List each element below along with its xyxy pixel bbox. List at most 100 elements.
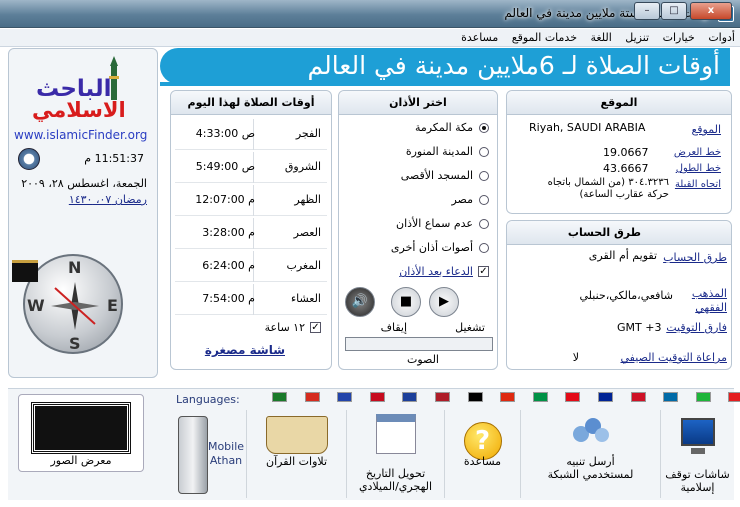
- adhan-radio-none[interactable]: [479, 219, 489, 229]
- lon-label[interactable]: خط الطول: [676, 163, 721, 174]
- prayer-name: الفجر: [295, 127, 321, 140]
- flag-albania-icon[interactable]: [728, 392, 740, 402]
- prayer-times-panel: أوقات الصلاة لهذا اليوم الفجر ص 4:33:00 ا…: [170, 90, 332, 370]
- qibla-value: ٣٠٤.٣٢٣٦ (من الشمال باتجاه حركة عقارب ال…: [547, 177, 669, 200]
- network-label-1: أرسل تنبيه: [566, 455, 615, 468]
- adhan-option: مصر: [451, 193, 473, 206]
- prayer-time: ص 5:49:00: [195, 160, 255, 173]
- flag-turkey-icon[interactable]: [565, 392, 580, 402]
- close-button[interactable]: x: [690, 2, 732, 20]
- prayer-row: العشاء م 7:54:00: [175, 284, 327, 315]
- logo-line2: الاسلامي: [32, 98, 126, 122]
- gallery-button[interactable]: معرض الصور: [18, 394, 144, 472]
- hijri-date[interactable]: رمضان ٠٧، ١٤٣٠: [12, 193, 147, 206]
- converter-label-1: تحويل التاريخ: [365, 467, 426, 480]
- flag-china-icon[interactable]: [500, 392, 515, 402]
- flag-netherlands-icon[interactable]: [435, 392, 450, 402]
- prayer-time: م 12:07:00: [195, 193, 255, 206]
- flag-saudi-icon[interactable]: [272, 392, 287, 402]
- stop-label: إيقاف: [380, 321, 407, 334]
- stop-button[interactable]: ■: [391, 287, 421, 317]
- menu-options[interactable]: خيارات: [658, 29, 700, 46]
- users-network-icon: [571, 418, 611, 448]
- menu-help[interactable]: مساعدة: [456, 29, 503, 46]
- page-banner: أوقات الصلاة لـ 6ملايين مدينة في العالم: [160, 48, 730, 84]
- kaaba-icon: [12, 260, 38, 282]
- tz-label[interactable]: فارق التوقيت: [666, 321, 727, 334]
- help-label: مساعدة: [463, 455, 502, 468]
- flag-canada-icon[interactable]: [305, 392, 320, 402]
- menu-language[interactable]: اللغة: [586, 29, 617, 46]
- flag-france-icon[interactable]: [337, 392, 352, 402]
- compass-s: S: [69, 334, 81, 353]
- play-button[interactable]: ▶: [429, 287, 459, 317]
- adhan-radio-madinah[interactable]: [479, 147, 489, 157]
- flag-sweden-icon[interactable]: [663, 392, 678, 402]
- quran-button[interactable]: تلاوات القرآن: [246, 410, 346, 498]
- date-converter-button[interactable]: تحويل التاريخ الهجري/الميلادي: [346, 410, 444, 498]
- dua-checkbox[interactable]: ✓: [478, 266, 489, 277]
- network-alert-button[interactable]: أرسل تنبيه لمستخدمي الشبكة: [520, 410, 660, 498]
- prayer-times-title: أوقات الصلاة لهذا اليوم: [171, 91, 331, 115]
- method-label[interactable]: طرق الحساب: [663, 251, 727, 264]
- prayer-time: ص 4:33:00: [195, 127, 255, 140]
- screensaver-label-2: إسلامية: [680, 481, 715, 494]
- adhan-radio-makkah[interactable]: [479, 123, 489, 133]
- adhan-radio-other[interactable]: [479, 243, 489, 253]
- lat-label[interactable]: خط العرض: [674, 147, 721, 158]
- flag-germany-icon[interactable]: [468, 392, 483, 402]
- adhan-panel: اختر الأذان مكة المكرمة المدينة المنورة …: [338, 90, 498, 370]
- speaker-icon[interactable]: 🔊: [345, 287, 375, 317]
- mobile-athan-button[interactable]: Mobile Athan: [154, 410, 246, 498]
- website-url[interactable]: www.islamicFinder.org: [14, 128, 147, 142]
- flag-bosnia-icon[interactable]: [598, 392, 613, 402]
- flag-spain-icon[interactable]: [370, 392, 385, 402]
- prayer-time: م 7:54:00: [202, 292, 255, 305]
- madhab-value: شافعي،مالكي،حنبلي: [579, 289, 674, 302]
- flag-indonesia-icon[interactable]: [631, 392, 646, 402]
- lon-value: 43.6667: [603, 162, 649, 175]
- prayer-name: العشاء: [290, 292, 321, 305]
- prayer-name: العصر: [293, 226, 321, 239]
- prayer-name: الظهر: [294, 193, 321, 206]
- minimize-button[interactable]: –: [634, 2, 660, 20]
- converter-label-2: الهجري/الميلادي: [358, 480, 433, 493]
- menu-tools[interactable]: أدوات: [703, 29, 740, 46]
- adhan-title: اختر الأذان: [339, 91, 497, 115]
- calligraphy-icon: [31, 402, 131, 454]
- qibla-compass: N S E W: [23, 254, 123, 354]
- volume-label: الصوت: [407, 353, 439, 366]
- calc-title: طرق الحساب: [507, 221, 731, 245]
- clock-icon: [18, 148, 40, 170]
- adhan-option: عدم سماع الأذان: [396, 217, 473, 230]
- mini-screen-link[interactable]: شاشة مصغرة: [205, 343, 285, 357]
- volume-slider[interactable]: [345, 337, 493, 351]
- qibla-label[interactable]: اتجاه القبلة: [675, 179, 721, 190]
- flag-italy-icon[interactable]: [533, 392, 548, 402]
- madhab-label[interactable]: المذهب الفقهي: [681, 287, 727, 315]
- hour12-checkbox[interactable]: ✓: [310, 322, 321, 333]
- maximize-button[interactable]: □: [661, 2, 687, 20]
- help-button[interactable]: ? مساعدة: [444, 410, 520, 498]
- screensavers-button[interactable]: شاشات توقف إسلامية: [660, 410, 734, 498]
- adhan-radio-egypt[interactable]: [479, 195, 489, 205]
- prayer-time: م 3:28:00: [202, 226, 255, 239]
- languages-label: Languages:: [176, 393, 240, 406]
- calc-panel: طرق الحساب طرق الحساب تقويم أم القرى الم…: [506, 220, 732, 370]
- dua-label[interactable]: الدعاء بعد الأذان: [399, 265, 473, 278]
- calendar-icon: [375, 414, 416, 454]
- location-label[interactable]: الموقع: [691, 123, 721, 136]
- dst-label[interactable]: مراعاة التوقيت الصيفي: [621, 351, 727, 364]
- menu-services[interactable]: خدمات الموقع: [507, 29, 582, 46]
- location-panel: الموقع الموقع Riyah, SAUDI ARABIA خط الع…: [506, 90, 732, 214]
- prayer-row: المغرب م 6:24:00: [175, 251, 327, 282]
- gallery-label: معرض الصور: [50, 454, 112, 467]
- monitor-stand-icon: [690, 448, 705, 454]
- flag-russia-icon[interactable]: [402, 392, 417, 402]
- menu-download[interactable]: تنزيل: [620, 29, 654, 46]
- adhan-radio-aqsa[interactable]: [479, 171, 489, 181]
- compass-needle-icon: [51, 282, 99, 330]
- flag-uzbekistan-icon[interactable]: [696, 392, 711, 402]
- compass-w: W: [27, 296, 45, 315]
- mobile-label-1: Mobile: [207, 440, 245, 453]
